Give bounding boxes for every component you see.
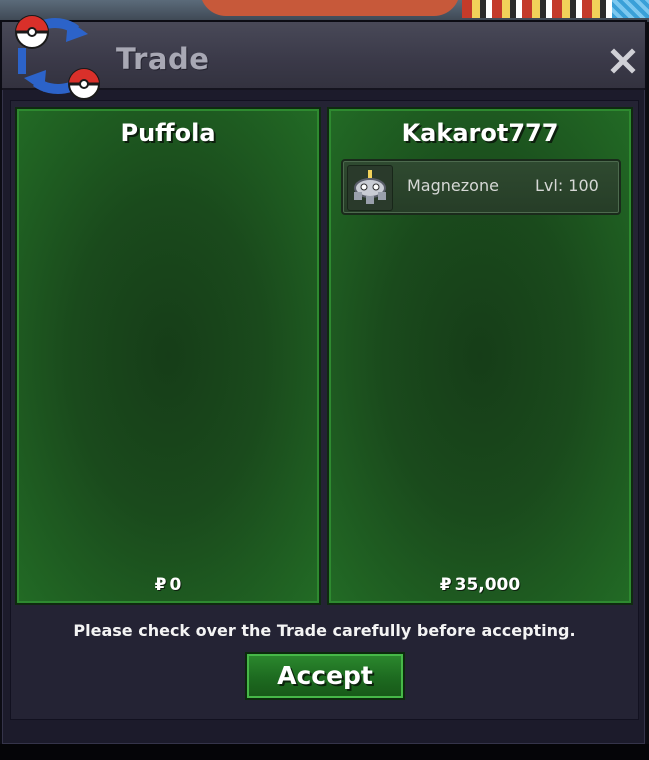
- player-name-self: Puffola: [120, 119, 216, 147]
- player-sprites: [462, 0, 612, 18]
- accept-button[interactable]: Accept: [245, 652, 405, 700]
- trade-panel-self: Puffola ₽0: [15, 107, 321, 605]
- world-tile-decoration: [200, 0, 460, 16]
- pokedollar-symbol: ₽: [154, 575, 167, 595]
- pokedollar-symbol: ₽: [439, 575, 452, 595]
- trade-panel-partner: Kakarot777 Magnezone Lvl: 100 ₽ 35,000: [327, 107, 633, 605]
- money-offer-self[interactable]: ₽0: [17, 575, 319, 595]
- item-pokemon-name: Magnezone: [407, 176, 499, 195]
- window-title: Trade: [116, 42, 210, 76]
- offered-pokemon-item[interactable]: Magnezone Lvl: 100: [341, 159, 621, 215]
- money-amount-partner: 35,000: [454, 575, 521, 595]
- item-pokemon-level: Lvl: 100: [535, 176, 599, 195]
- money-offer-partner: ₽35,000: [329, 575, 631, 595]
- close-icon: [610, 48, 636, 74]
- trade-warning-text: Please check over the Trade carefully be…: [73, 621, 576, 640]
- trade-pokeball-logo-icon: [6, 8, 106, 104]
- magnezone-sprite-icon: [347, 165, 393, 211]
- trade-window: Trade Puffola ₽ 0 Kakarot777 Magnezone L…: [0, 15, 647, 746]
- money-amount-self: 0: [169, 575, 182, 595]
- player-name-partner: Kakarot777: [401, 119, 559, 147]
- trade-content: Puffola ₽0 Kakarot777 Magnezone Lvl: 100…: [10, 100, 639, 720]
- water-tile: [612, 0, 649, 18]
- close-button[interactable]: [610, 48, 636, 74]
- bottom-edge: [0, 744, 649, 760]
